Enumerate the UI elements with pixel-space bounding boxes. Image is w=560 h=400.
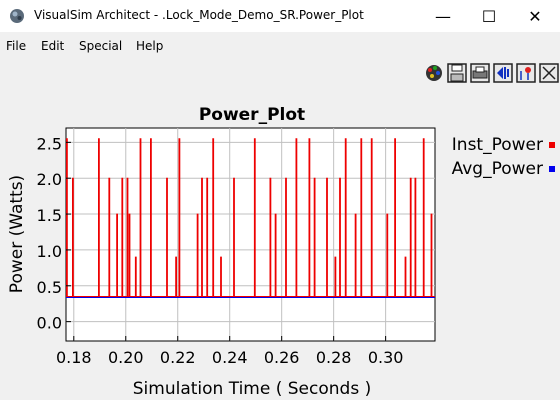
points-icon[interactable]: [516, 63, 536, 83]
reset-icon[interactable]: [539, 63, 559, 83]
minimize-button[interactable]: —: [420, 0, 466, 32]
x-tick-label: 0.22: [160, 348, 196, 367]
x-tick-label: 0.26: [264, 348, 300, 367]
maximize-icon: ☐: [481, 6, 497, 26]
maximize-button[interactable]: ☐: [466, 0, 512, 32]
x-tick-label: 0.28: [316, 348, 352, 367]
x-tick-label: 0.30: [368, 348, 404, 367]
minimize-icon: —: [435, 6, 451, 26]
fill-icon[interactable]: [493, 63, 513, 83]
x-tick-label: 0.18: [56, 348, 92, 367]
palette-icon[interactable]: [424, 63, 444, 83]
x-tick-label: 0.24: [212, 348, 248, 367]
app-logo-icon: [10, 9, 24, 23]
y-tick-label: 1.0: [37, 242, 62, 261]
close-icon: ✕: [528, 6, 542, 26]
window-title: VisualSim Architect - .Lock_Mode_Demo_SR…: [34, 8, 364, 22]
print-icon[interactable]: [470, 63, 490, 83]
y-tick-label: 2.0: [37, 170, 62, 189]
x-axis-label: Simulation Time ( Seconds ): [133, 379, 371, 399]
menu-help[interactable]: Help: [136, 39, 163, 53]
power-plot-chart: Power_Plot 0.0 0.5 1.0 1.5 2.0 2.5 0.18 0.20 0.2…: [7, 105, 555, 399]
plot-frame: [65, 127, 436, 342]
y-tick-label: 0.0: [37, 314, 62, 333]
title-bar: VisualSim Architect - .Lock_Mode_Demo_SR…: [0, 0, 560, 32]
menu-file[interactable]: File: [6, 39, 26, 53]
menu-bar: File Edit Special Help: [0, 36, 560, 56]
close-button[interactable]: ✕: [512, 0, 558, 32]
x-tick-label: 0.20: [108, 348, 144, 367]
legend-avg-power-label: Avg_Power: [452, 159, 543, 179]
plot-area: Power_Plot 0.0 0.5 1.0 1.5 2.0 2.5 0.18 0.20 0.2…: [0, 92, 560, 400]
legend-inst-power-swatch: [549, 142, 555, 148]
y-tick-label: 1.5: [37, 206, 62, 225]
y-tick-label: 0.5: [37, 278, 62, 297]
legend-inst-power-label: Inst_Power: [452, 135, 543, 155]
chart-title: Power_Plot: [199, 105, 305, 125]
legend-avg-power-swatch: [549, 166, 555, 172]
menu-special[interactable]: Special: [79, 39, 122, 53]
legend: Inst_Power Avg_Power: [452, 135, 555, 179]
menu-edit[interactable]: Edit: [41, 39, 64, 53]
y-tick-label: 2.5: [37, 134, 62, 153]
y-axis-label: Power (Watts): [7, 175, 27, 293]
save-icon[interactable]: [447, 63, 467, 83]
